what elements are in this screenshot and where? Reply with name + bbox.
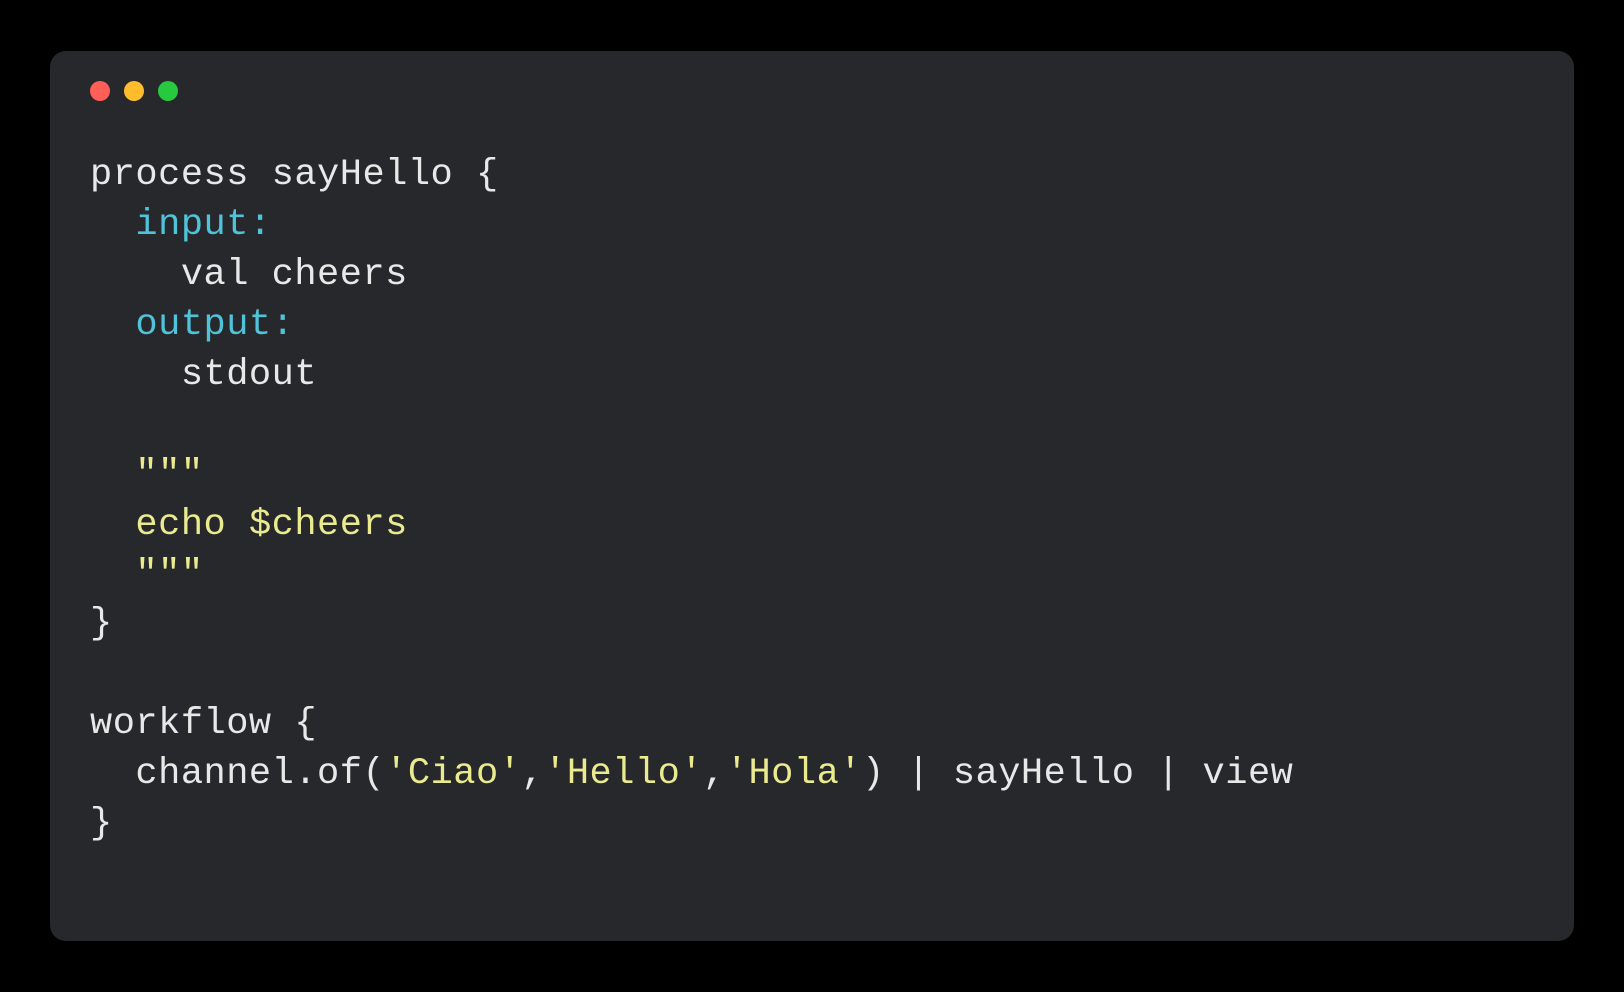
- code-token-plain: [90, 304, 135, 346]
- code-line: echo $cheers: [90, 501, 1534, 551]
- code-token-string: 'Hola': [726, 753, 862, 795]
- code-token-plain: [90, 454, 135, 496]
- code-token-keyword: output:: [135, 304, 294, 346]
- code-block: process sayHello { input: val cheers out…: [90, 151, 1534, 850]
- code-line: }: [90, 800, 1534, 850]
- code-token-plain: ) | sayHello | view: [862, 753, 1293, 795]
- close-icon[interactable]: [90, 81, 110, 101]
- code-token-string: echo $cheers: [135, 504, 407, 546]
- code-token-keyword: input:: [135, 204, 271, 246]
- code-line: stdout: [90, 351, 1534, 401]
- code-token-plain: [90, 404, 113, 446]
- code-line: output:: [90, 301, 1534, 351]
- code-line: """: [90, 451, 1534, 501]
- terminal-window: process sayHello { input: val cheers out…: [50, 51, 1574, 941]
- code-token-plain: [90, 504, 135, 546]
- code-line: [90, 401, 1534, 451]
- code-token-plain: [90, 653, 113, 695]
- code-token-plain: [90, 554, 135, 596]
- code-line: """: [90, 551, 1534, 601]
- minimize-icon[interactable]: [124, 81, 144, 101]
- code-token-plain: ,: [703, 753, 726, 795]
- code-line: [90, 650, 1534, 700]
- code-token-string: 'Hello': [544, 753, 703, 795]
- code-token-plain: stdout: [90, 354, 317, 396]
- code-token-plain: workflow {: [90, 703, 317, 745]
- code-line: val cheers: [90, 251, 1534, 301]
- maximize-icon[interactable]: [158, 81, 178, 101]
- code-token-plain: ,: [521, 753, 544, 795]
- code-token-string: """: [135, 554, 203, 596]
- code-token-plain: channel.of(: [90, 753, 385, 795]
- code-line: input:: [90, 201, 1534, 251]
- code-token-plain: }: [90, 803, 113, 845]
- code-token-plain: }: [90, 603, 113, 645]
- code-token-string: 'Ciao': [385, 753, 521, 795]
- code-line: }: [90, 600, 1534, 650]
- code-line: workflow {: [90, 700, 1534, 750]
- code-token-plain: val cheers: [90, 254, 408, 296]
- code-line: channel.of('Ciao','Hello','Hola') | sayH…: [90, 750, 1534, 800]
- code-token-plain: [90, 204, 135, 246]
- code-token-string: """: [135, 454, 203, 496]
- code-token-plain: process sayHello {: [90, 154, 499, 196]
- window-traffic-lights: [90, 81, 1534, 101]
- code-line: process sayHello {: [90, 151, 1534, 201]
